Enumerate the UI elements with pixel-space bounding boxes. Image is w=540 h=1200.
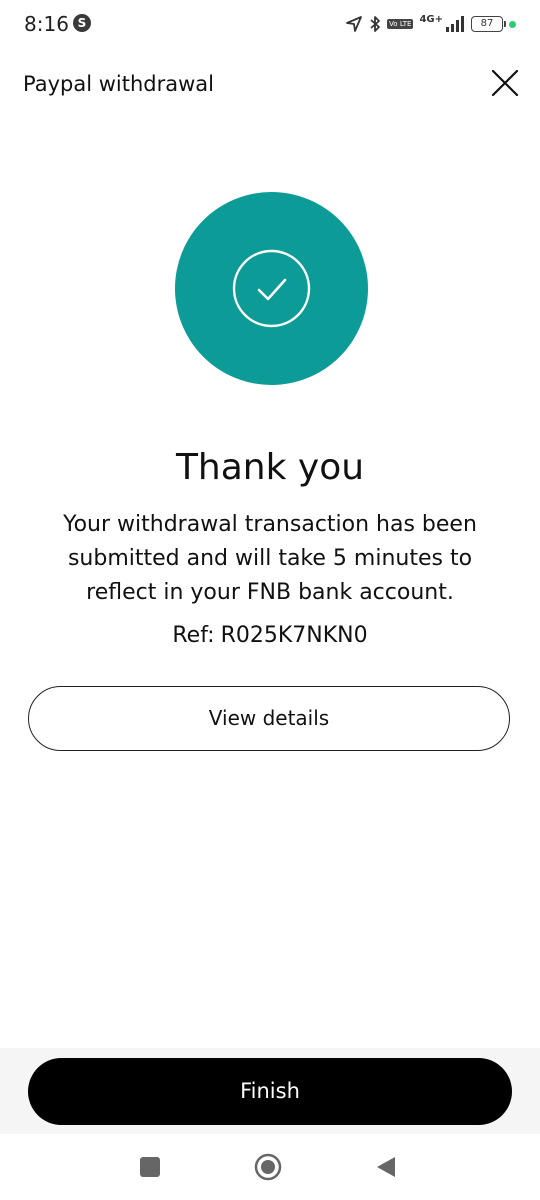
- app-notification-icon: S: [73, 14, 91, 32]
- status-icons: Vo LTE 4G+ 87: [345, 13, 516, 35]
- signal-icon: [446, 16, 464, 32]
- battery-icon: 87: [471, 16, 506, 32]
- bottom-action-panel: Finish: [0, 1048, 540, 1134]
- reference-label: Ref:: [172, 623, 215, 648]
- home-button[interactable]: [254, 1153, 282, 1181]
- reference-line: Ref: R025K7NKN0: [0, 623, 540, 648]
- close-icon: [491, 69, 519, 97]
- location-arrow-icon: [346, 16, 362, 32]
- back-button[interactable]: [375, 1155, 397, 1179]
- volte-icon: Vo LTE: [387, 19, 414, 29]
- system-navigation-bar: [0, 1134, 540, 1200]
- privacy-indicator-dot: [509, 20, 516, 28]
- finish-button[interactable]: Finish: [28, 1058, 512, 1125]
- network-type: 4G+: [419, 13, 443, 25]
- thank-you-heading: Thank you: [175, 447, 365, 488]
- status-time: 8:16: [24, 12, 69, 36]
- reference-value: R025K7NKN0: [220, 623, 368, 648]
- page-title: Paypal withdrawal: [23, 72, 214, 96]
- recent-apps-button[interactable]: [140, 1157, 160, 1177]
- status-bar: 8:16 S Vo LTE 4G+ 87: [0, 0, 540, 50]
- bluetooth-icon: [370, 16, 380, 32]
- close-button[interactable]: [490, 68, 520, 98]
- success-circle: [175, 192, 368, 385]
- check-circle-icon: [232, 249, 311, 328]
- confirmation-message: Your withdrawal transaction has been sub…: [63, 512, 477, 605]
- screen: 8:16 S Vo LTE 4G+ 87 Paypal withdrawal T…: [0, 0, 540, 1200]
- view-details-button[interactable]: View details: [28, 686, 510, 751]
